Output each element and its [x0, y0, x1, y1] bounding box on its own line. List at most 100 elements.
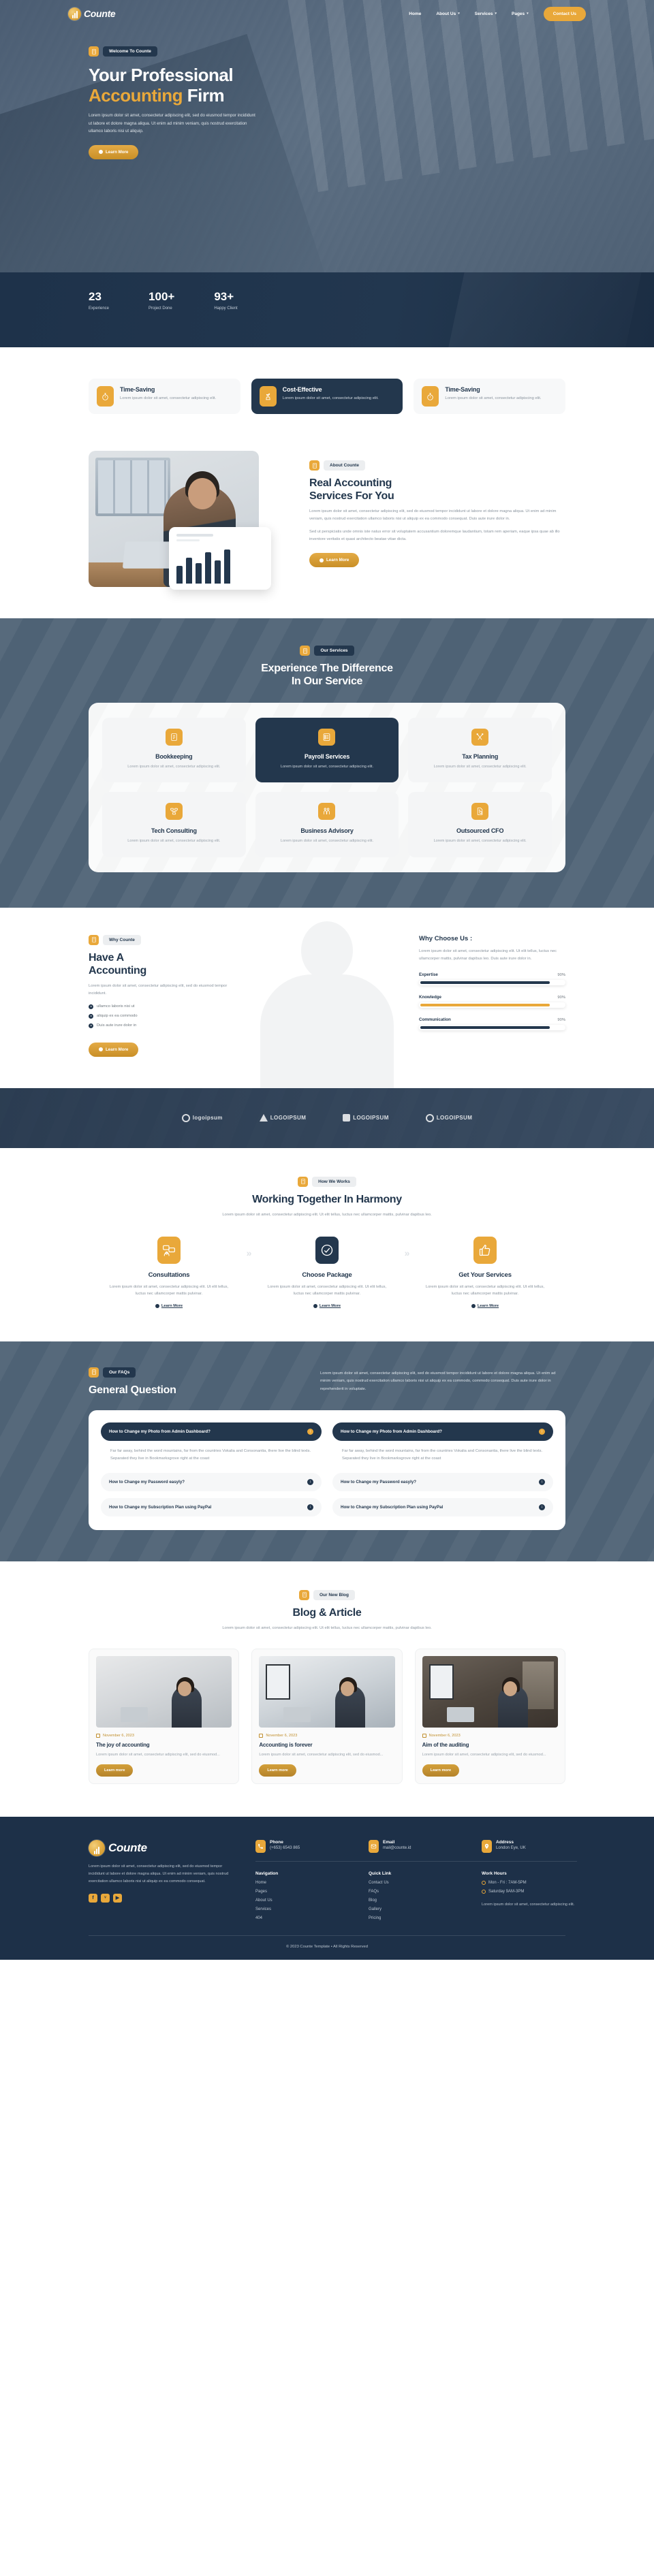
footer-link-gallery[interactable]: Gallery [369, 1907, 464, 1911]
footer-link-home[interactable]: Home [255, 1881, 351, 1885]
about-paragraph-2: Sed ut perspiciatis unde omnis iste natu… [309, 530, 560, 542]
stat-label: Happy Client [214, 306, 238, 311]
partner-logo-label: LOGOIPSUM [353, 1115, 389, 1122]
why-bullets: ullamco laboris nisi ut aliquip ex ea co… [89, 1004, 235, 1028]
step-learn-more-link[interactable]: Learn More [155, 1303, 183, 1308]
footer-link-columns: Navigation Home Pages About Us Services … [255, 1862, 577, 1920]
faq-item-open[interactable]: How to Change my Photo from Admin Dashbo… [101, 1422, 322, 1442]
footer-brand-name: Counte [108, 1841, 147, 1854]
step-link-label: Learn More [319, 1303, 341, 1308]
services-panel: Bookkeeping Lorem ipsum dolor sit amet, … [89, 703, 565, 872]
footer-quick-column: Quick Link Contact Us FAQs Blog Gallery … [369, 1871, 464, 1920]
footer-hours-note: Lorem ipsum dolor sit amet, consectetur … [482, 1902, 575, 1907]
people-icon [318, 803, 336, 821]
service-card-outsourced-cfo[interactable]: Outsourced CFO Lorem ipsum dolor sit ame… [408, 792, 552, 857]
footer-link-404[interactable]: 404 [255, 1916, 351, 1920]
feature-card-time-saving-1[interactable]: Time-Saving Lorem ipsum dolor sit amet, … [89, 379, 240, 414]
chevron-up-icon: ↑ [539, 1429, 545, 1435]
nav-label: Pages [512, 11, 525, 16]
blog-card-title: Accounting is forever [259, 1741, 313, 1748]
step-learn-more-link[interactable]: Learn More [313, 1303, 341, 1308]
calculator-icon [89, 1367, 99, 1378]
blog-card[interactable]: November 6, 2023 Aim of the auditing Lor… [414, 1648, 565, 1784]
nav-item-about-us[interactable]: About Us ▾ [436, 12, 459, 16]
square-logo-icon [343, 1114, 351, 1122]
step-learn-more-link[interactable]: Learn More [471, 1303, 499, 1308]
service-card-bookkeeping[interactable]: Bookkeeping Lorem ipsum dolor sit amet, … [102, 718, 246, 783]
blog-learn-more-button[interactable]: Learn more [96, 1764, 134, 1777]
hero-learn-more-button[interactable]: Learn More [89, 144, 139, 159]
facebook-icon[interactable]: f [89, 1893, 97, 1903]
footer-brand-logo[interactable]: Counte [89, 1839, 235, 1856]
footer-link-services[interactable]: Services [255, 1907, 351, 1911]
faq-item-subscription[interactable]: How to Change my Subscription Plan using… [101, 1497, 322, 1516]
partner-logo: LOGOIPSUM [425, 1113, 473, 1122]
service-card-tech-consulting[interactable]: Tech Consulting Lorem ipsum dolor sit am… [102, 792, 246, 857]
why-right-column: Why Choose Us : Lorem ipsum dolor sit am… [419, 935, 565, 1057]
service-title: Tech Consulting [151, 827, 197, 835]
faq-item-subscription[interactable]: How to Change my Subscription Plan using… [332, 1497, 553, 1516]
why-choose-paragraph: Lorem ipsum dolor sit amet, consectetur … [419, 949, 557, 961]
footer-link-pages[interactable]: Pages [255, 1890, 351, 1894]
footer-contact-address: Address London Eye, UK [482, 1839, 577, 1853]
chevron-down-icon: ↓ [539, 1478, 545, 1485]
footer-nav-column: Navigation Home Pages About Us Services … [255, 1871, 351, 1920]
blog-learn-more-button[interactable]: Learn more [259, 1764, 296, 1777]
footer-right: Phone (+653) 6543 865 Email mail@counte.id… [255, 1839, 577, 1920]
blog-learn-more-button[interactable]: Learn more [422, 1764, 460, 1777]
calendar-icon [96, 1733, 100, 1738]
twitter-icon[interactable]: ᵛ [101, 1893, 110, 1903]
nav-item-pages[interactable]: Pages ▾ [512, 12, 529, 16]
stat-label: Experience [89, 306, 110, 311]
calculator-icon [89, 934, 99, 945]
footer-link-contact-us[interactable]: Contact Us [369, 1881, 464, 1885]
arrow-circle-icon [155, 1303, 159, 1308]
calendar-icon [422, 1733, 426, 1738]
faq-panel: How to Change my Photo from Admin Dashbo… [89, 1410, 565, 1530]
contact-us-button[interactable]: Contact Us [543, 6, 586, 21]
partner-logo: LOGOIPSUM [259, 1114, 307, 1122]
footer-link-faqs[interactable]: FAQs [369, 1890, 464, 1894]
nav-item-home[interactable]: Home [409, 12, 421, 16]
footer-link-about-us[interactable]: About Us [255, 1898, 351, 1903]
services-section: Our Services Experience The Difference I… [0, 618, 654, 908]
footer-contact-title: Address [496, 1839, 514, 1845]
step-get-your-services[interactable]: Get Your Services Lorem ipsum dolor sit … [420, 1237, 550, 1311]
skill-label: Knowledge [419, 994, 442, 1000]
footer-link-blog[interactable]: Blog [369, 1898, 464, 1903]
feature-card-time-saving-2[interactable]: Time-Saving Lorem ipsum dolor sit amet, … [414, 379, 566, 414]
service-card-payroll-services[interactable]: Payroll Services Lorem ipsum dolor sit a… [255, 718, 399, 783]
chevron-down-icon: ↓ [307, 1478, 313, 1485]
footer-hours-label: Saturday 9AM-3PM [488, 1889, 525, 1894]
blog-title: Blog & Article [292, 1606, 362, 1619]
footer-link-pricing[interactable]: Pricing [369, 1916, 464, 1920]
why-title: Have A Accounting [89, 951, 235, 977]
service-card-tax-planning[interactable]: Tax Planning Lorem ipsum dolor sit amet,… [408, 718, 552, 783]
faq-item-password[interactable]: How to Change my Password easyly? ↓ [101, 1472, 322, 1491]
skill-bar-expertise: Expertise 90% [419, 972, 565, 985]
footer-column-heading: Navigation [255, 1871, 279, 1876]
blog-card[interactable]: November 6, 2023 Accounting is forever L… [251, 1648, 403, 1784]
why-learn-more-button[interactable]: Learn More [89, 1042, 139, 1057]
youtube-icon[interactable]: ▶ [113, 1893, 122, 1903]
service-title: Tax Planning [462, 753, 499, 761]
step-consultations[interactable]: Consultations Lorem ipsum dolor sit amet… [104, 1237, 234, 1311]
blog-card[interactable]: November 6, 2023 The joy of accounting L… [89, 1648, 240, 1784]
hero-cta-label: Learn More [106, 149, 129, 155]
blog-header: Our New Blog Blog & Article Lorem ipsum … [89, 1589, 565, 1632]
footer-contact-phone: Phone (+653) 6543 865 [255, 1839, 351, 1853]
check-circle-icon [315, 1237, 339, 1265]
how-we-work-badge-label: How We Works [312, 1176, 356, 1187]
about-learn-more-button[interactable]: Learn More [309, 553, 360, 568]
clock-icon [482, 1889, 486, 1894]
service-card-business-advisory[interactable]: Business Advisory Lorem ipsum dolor sit … [255, 792, 399, 857]
faq-item-open[interactable]: How to Change my Photo from Admin Dashbo… [332, 1422, 553, 1442]
brand-logo[interactable]: Counte [68, 7, 116, 20]
services-header: Our Services Experience The Difference I… [89, 646, 565, 688]
faq-item-password[interactable]: How to Change my Password easyly? ↓ [332, 1472, 553, 1491]
step-choose-package[interactable]: Choose Package Lorem ipsum dolor sit ame… [262, 1237, 392, 1311]
about-title-line2: Services For You [309, 490, 394, 503]
copyright-text: © 2023 Counte Template • All Rights Rese… [286, 1944, 368, 1949]
nav-item-services[interactable]: Services ▾ [475, 12, 497, 16]
feature-card-cost-effective[interactable]: Cost-Effective Lorem ipsum dolor sit ame… [251, 379, 403, 414]
